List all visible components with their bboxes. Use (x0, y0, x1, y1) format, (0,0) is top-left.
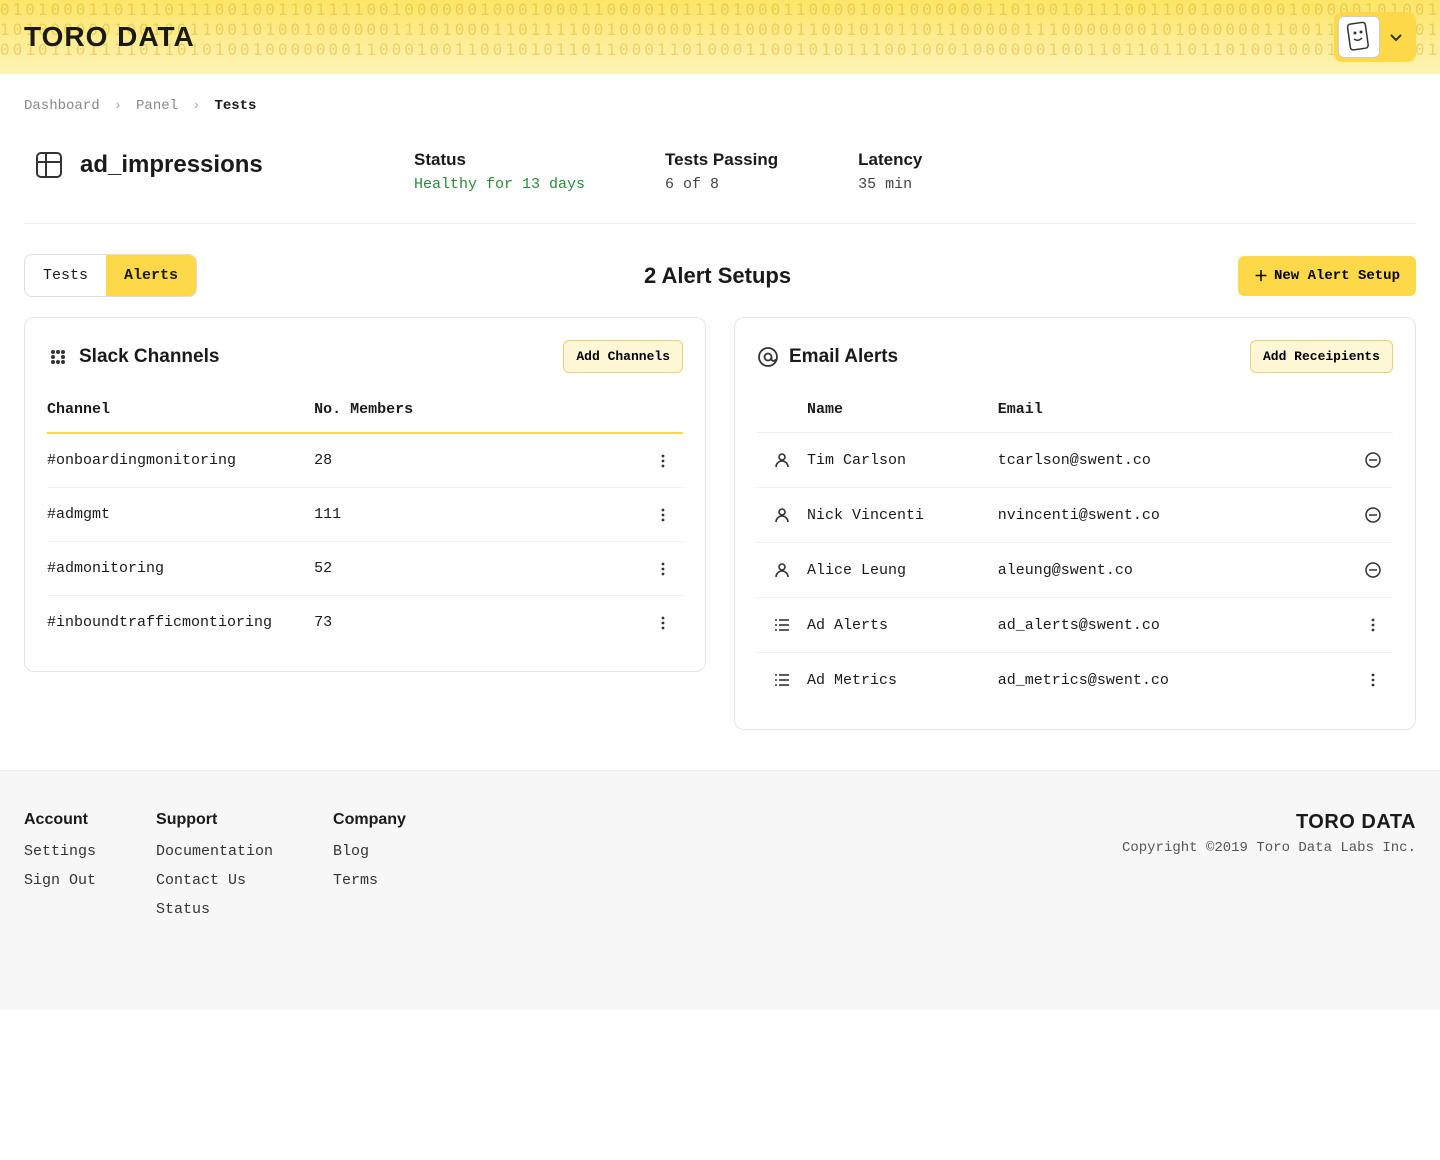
brand-logo[interactable]: TORO DATA (24, 21, 195, 53)
breadcrumb-panel[interactable]: Panel (136, 98, 178, 114)
avatar (1338, 16, 1380, 58)
more-icon[interactable] (643, 453, 683, 469)
footer-support: Support Documentation Contact Us Status (156, 811, 273, 930)
status-value: Healthy for 13 days (414, 176, 585, 193)
section-heading: 2 Alert Setups (644, 263, 791, 289)
recipient-name: Alice Leung (807, 562, 998, 579)
add-channels-button[interactable]: Add Channels (563, 340, 683, 373)
member-count: 73 (314, 614, 643, 631)
breadcrumb-current: Tests (214, 98, 256, 114)
remove-icon[interactable] (1353, 506, 1393, 524)
list-icon (757, 671, 807, 689)
table-row: Ad Metricsad_metrics@swent.co (757, 653, 1393, 707)
more-icon[interactable] (1353, 672, 1393, 688)
top-bar: 0101000110111011100100110111100100000010… (0, 0, 1440, 74)
toolbar: Tests Alerts 2 Alert Setups ＋ New Alert … (24, 224, 1416, 317)
remove-icon[interactable] (1353, 561, 1393, 579)
footer: Account Settings Sign Out Support Docume… (0, 770, 1440, 1010)
recipient-name: Ad Alerts (807, 617, 998, 634)
table-row: Nick Vincentinvincenti@swent.co (757, 488, 1393, 543)
table-row: Tim Carlsontcarlson@swent.co (757, 433, 1393, 488)
remove-icon[interactable] (1353, 451, 1393, 469)
recipient-email: nvincenti@swent.co (998, 507, 1353, 524)
footer-link-documentation[interactable]: Documentation (156, 843, 273, 860)
footer-link-signout[interactable]: Sign Out (24, 872, 96, 889)
breadcrumb: Dashboard › Panel › Tests (24, 74, 1416, 130)
latency-label: Latency (858, 150, 922, 170)
member-count: 52 (314, 560, 643, 577)
person-icon (757, 561, 807, 579)
channel-name: #onboardingmonitoring (47, 452, 314, 469)
user-menu[interactable] (1334, 12, 1416, 62)
channel-name: #admgmt (47, 506, 314, 523)
recipient-name: Tim Carlson (807, 452, 998, 469)
copyright: Copyright ©2019 Toro Data Labs Inc. (1122, 840, 1416, 856)
footer-link-terms[interactable]: Terms (333, 872, 406, 889)
footer-link-status[interactable]: Status (156, 901, 273, 918)
table-row: #inboundtrafficmontioring73 (47, 596, 683, 649)
plus-icon: ＋ (1254, 266, 1268, 286)
tab-alerts[interactable]: Alerts (106, 255, 196, 296)
col-members: No. Members (314, 401, 643, 418)
chevron-down-icon (1388, 29, 1404, 45)
more-icon[interactable] (643, 507, 683, 523)
binary-decoration: 0101000110111011100100110111100100000010… (0, 0, 1440, 74)
table-icon (34, 150, 64, 180)
table-row: #onboardingmonitoring28 (47, 434, 683, 488)
add-recipients-button[interactable]: Add Receipients (1250, 340, 1393, 373)
status-label: Status (414, 150, 585, 170)
recipient-email: aleung@swent.co (998, 562, 1353, 579)
recipient-email: tcarlson@swent.co (998, 452, 1353, 469)
recipient-email: ad_alerts@swent.co (998, 617, 1353, 634)
member-count: 111 (314, 506, 643, 523)
col-name: Name (807, 401, 998, 418)
footer-account: Account Settings Sign Out (24, 811, 96, 930)
table-row: #admgmt111 (47, 488, 683, 542)
passing-value: 6 of 8 (665, 176, 778, 193)
breadcrumb-dashboard[interactable]: Dashboard (24, 98, 100, 114)
list-icon (757, 616, 807, 634)
footer-logo: TORO DATA (1122, 811, 1416, 834)
col-channel: Channel (47, 401, 314, 418)
more-icon[interactable] (643, 615, 683, 631)
footer-company: Company Blog Terms (333, 811, 406, 930)
email-alerts-card: Email Alerts Add Receipients Name Email … (734, 317, 1416, 730)
more-icon[interactable] (643, 561, 683, 577)
page-title: ad_impressions (24, 150, 334, 180)
recipient-email: ad_metrics@swent.co (998, 672, 1353, 689)
slack-channels-card: Slack Channels Add Channels Channel No. … (24, 317, 706, 672)
table-row: Alice Leungaleung@swent.co (757, 543, 1393, 598)
table-row: Ad Alertsad_alerts@swent.co (757, 598, 1393, 653)
chevron-right-icon: › (192, 98, 200, 114)
channel-name: #admonitoring (47, 560, 314, 577)
latency-value: 35 min (858, 176, 922, 193)
recipient-name: Nick Vincenti (807, 507, 998, 524)
member-count: 28 (314, 452, 643, 469)
more-icon[interactable] (1353, 617, 1393, 633)
col-email: Email (998, 401, 1353, 418)
tab-tests[interactable]: Tests (25, 255, 106, 296)
slack-icon (47, 346, 69, 368)
footer-link-blog[interactable]: Blog (333, 843, 406, 860)
passing-label: Tests Passing (665, 150, 778, 170)
page-header: ad_impressions Status Healthy for 13 day… (24, 130, 1416, 224)
channel-name: #inboundtrafficmontioring (47, 614, 314, 631)
recipient-name: Ad Metrics (807, 672, 998, 689)
new-alert-setup-button[interactable]: ＋ New Alert Setup (1238, 256, 1416, 296)
person-icon (757, 451, 807, 469)
person-icon (757, 506, 807, 524)
at-sign-icon (757, 346, 779, 368)
table-row: #admonitoring52 (47, 542, 683, 596)
chevron-right-icon: › (114, 98, 122, 114)
footer-link-settings[interactable]: Settings (24, 843, 96, 860)
footer-link-contact[interactable]: Contact Us (156, 872, 273, 889)
tabs: Tests Alerts (24, 254, 197, 297)
